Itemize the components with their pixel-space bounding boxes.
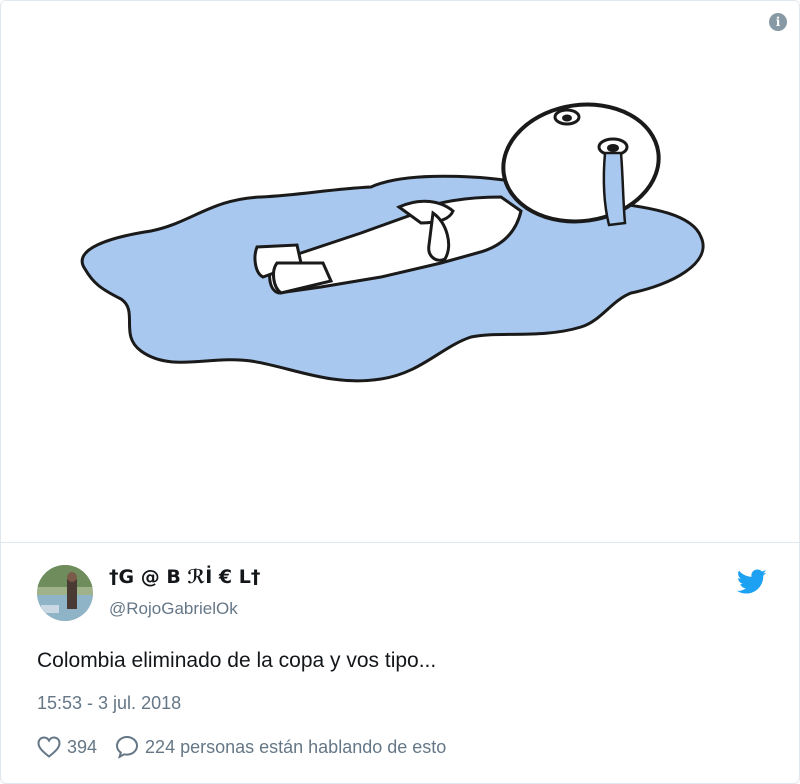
- heart-icon: [37, 736, 61, 758]
- tweet-body: †G @ B ℛİ € L† @RojoGabrielOk Colombia e…: [1, 543, 799, 783]
- tweet-actions: 394 224 personas están hablando de esto: [37, 733, 446, 761]
- tweet-timestamp[interactable]: 15:53 - 3 jul. 2018: [37, 691, 181, 715]
- author-handle[interactable]: @RojoGabrielOk: [109, 598, 238, 620]
- tweet-media-image[interactable]: i: [1, 1, 799, 543]
- reply-count-label: 224 personas están hablando de esto: [145, 737, 447, 757]
- speech-bubble-icon: [116, 735, 139, 759]
- like-count: 394: [67, 737, 98, 757]
- tear-stream: [602, 151, 627, 227]
- info-icon[interactable]: i: [769, 13, 787, 31]
- crying-meme-illustration: [80, 102, 705, 383]
- avatar[interactable]: [37, 565, 93, 621]
- tweet-text: Colombia eliminado de la copa y vos tipo…: [37, 649, 437, 672]
- reply-conversation-link[interactable]: 224 personas están hablando de esto: [115, 735, 446, 759]
- author-display-name[interactable]: †G @ B ℛİ € L†: [109, 565, 260, 589]
- twitter-bird-icon[interactable]: [737, 569, 767, 595]
- tweet-embed-card: i †G @ B ℛİ € L† @RojoGabrielOk Colombia…: [0, 0, 800, 784]
- like-button[interactable]: 394: [37, 735, 97, 759]
- avatar-image: [37, 565, 93, 621]
